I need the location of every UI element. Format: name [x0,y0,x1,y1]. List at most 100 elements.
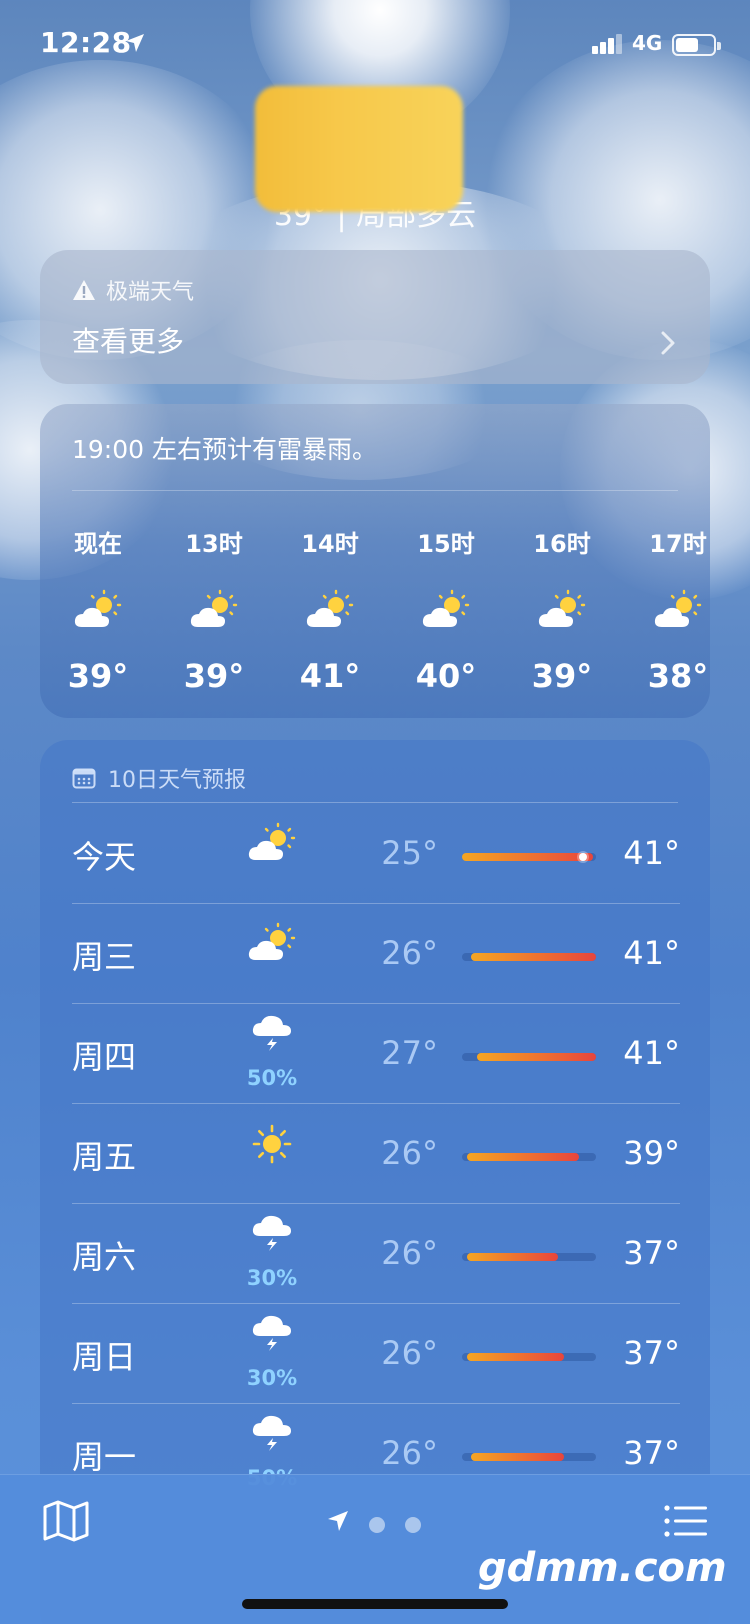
hour-item: 17时 38° [628,524,710,695]
low-temp: 26° [381,1334,438,1372]
hour-temp: 41° [299,657,361,695]
divider [72,490,678,491]
thunderstorm-icon [242,1312,302,1372]
severe-weather-card[interactable]: 极端天气 查看更多 [40,250,710,384]
temp-range-bar [462,1053,596,1061]
status-time: 12:28 [40,26,132,59]
day-name: 周五 [72,1138,137,1176]
high-temp: 41° [623,1034,680,1072]
temp-range-fill [471,1453,564,1461]
day-name: 周四 [72,1038,137,1076]
precip-chance: 30% [246,1266,298,1290]
hour-label: 17时 [649,530,707,558]
divider [72,802,678,803]
battery-icon [672,34,721,56]
hour-item: 15时 40° [396,524,496,695]
location-arrow-icon [126,34,144,52]
daily-row[interactable]: 周五 26° 39° [72,1104,680,1204]
temp-range-fill [467,1353,564,1361]
hour-label: 14时 [301,530,359,558]
high-temp: 41° [623,934,680,972]
daily-title: 10日天气预报 [108,768,246,793]
hour-temp: 39° [183,657,245,695]
day-name: 周一 [72,1438,137,1476]
low-temp: 26° [381,1434,438,1472]
hourly-summary: 19:00 左右预计有雷暴雨。 [72,435,377,464]
temp-range-bar [462,1153,596,1161]
precip-chance: 50% [246,1066,298,1090]
redaction-blur [255,86,463,212]
page-indicator-dot[interactable] [369,1517,385,1533]
partly-sunny-icon [164,589,264,631]
network-type: 4G [632,31,663,55]
low-temp: 27° [381,1034,438,1072]
low-temp: 26° [381,1134,438,1172]
page-indicator-dot[interactable] [405,1517,421,1533]
high-temp: 41° [623,834,680,872]
daily-header: 10日天气预报 [72,762,246,794]
hour-item: 14时 41° [280,524,380,695]
precip-chance: 30% [246,1366,298,1390]
high-temp: 37° [623,1334,680,1372]
hour-item: 16时 39° [512,524,612,695]
sunny-icon [242,1122,302,1182]
temp-range-fill [467,1253,559,1261]
temp-range-bar [462,1453,596,1461]
location-page-icon[interactable] [326,1509,350,1533]
hour-item: 现在 39° [48,524,148,695]
alert-header: 极端天气 [72,274,194,306]
low-temp: 26° [381,934,438,972]
day-name: 周六 [72,1238,137,1276]
hour-temp: 40° [415,657,477,695]
day-name: 周三 [72,938,137,976]
temp-range-bar [462,953,596,961]
hour-temp: 39° [67,657,129,695]
low-temp: 26° [381,1234,438,1272]
chevron-right-icon [661,331,675,355]
warning-icon [73,280,95,300]
temp-range-fill [462,853,594,861]
hour-item: 13时 39° [164,524,264,695]
high-temp: 37° [623,1434,680,1472]
temp-range-bar [462,1253,596,1261]
hour-label: 16时 [533,530,591,558]
map-icon[interactable] [42,1499,90,1543]
partly-sunny-icon [242,822,302,882]
high-temp: 39° [623,1134,680,1172]
hour-temp: 38° [647,657,709,695]
low-temp: 25° [381,834,438,872]
alert-title: 极端天气 [106,280,195,305]
partly-sunny-icon [512,589,612,631]
alert-see-more[interactable]: 查看更多 [72,320,184,360]
partly-sunny-icon [628,589,710,631]
day-name: 今天 [72,838,137,876]
list-icon[interactable] [664,1505,708,1537]
hour-label: 15时 [417,530,475,558]
hour-temp: 39° [531,657,593,695]
status-bar: 12:28 4G [0,0,750,90]
thunderstorm-icon [242,1212,302,1272]
thunderstorm-icon [242,1412,302,1472]
hourly-forecast-card[interactable]: 19:00 左右预计有雷暴雨。 现在 39° 13时 39° 14时 41° 1… [40,404,710,718]
partly-sunny-icon [242,922,302,982]
hour-label: 现在 [74,530,122,558]
bottom-toolbar: gdmm.com [0,1474,750,1624]
calendar-icon [72,768,96,789]
day-name: 周日 [72,1338,137,1376]
temp-range-bar [462,853,596,861]
temp-range-fill [471,953,596,961]
cellular-signal-icon [592,34,622,54]
thunderstorm-icon [242,1012,302,1072]
daily-row[interactable]: 周六 30% 26° 37° [72,1204,680,1304]
daily-row[interactable]: 周三 26° 41° [72,904,680,1004]
daily-row[interactable]: 今天 25° 41° [72,804,680,904]
daily-row[interactable]: 周日 30% 26° 37° [72,1304,680,1404]
temp-range-fill [467,1153,579,1161]
hour-label: 13时 [185,530,243,558]
daily-row[interactable]: 周四 50% 27° 41° [72,1004,680,1104]
partly-sunny-icon [396,589,496,631]
hourly-row[interactable]: 现在 39° 13时 39° 14时 41° 15时 40° 16时 39° 1… [40,524,710,714]
temp-range-bar [462,1353,596,1361]
current-temp-dot [578,853,587,861]
home-indicator [242,1599,508,1609]
